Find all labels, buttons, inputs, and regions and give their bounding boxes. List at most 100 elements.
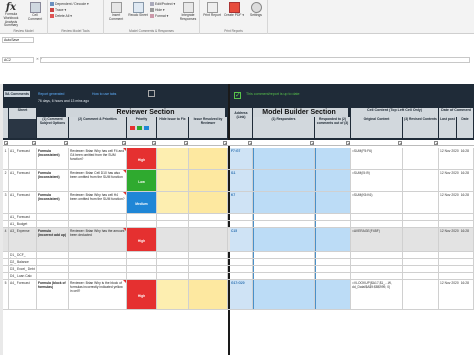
- table-row[interactable]: 3 A1_ Forecast Formula (Inconsistent) Revie…: [3, 192, 474, 214]
- responders-cell[interactable]: [253, 221, 315, 227]
- priority-cell[interactable]: [127, 214, 157, 220]
- filter-dropdown[interactable]: [32, 141, 36, 145]
- format-button[interactable]: Format ▾: [150, 14, 168, 19]
- comment-text[interactable]: [69, 266, 127, 272]
- comment-subject[interactable]: [37, 214, 69, 220]
- report-generated-link[interactable]: Report generated: [38, 92, 64, 96]
- hide-issue-cell[interactable]: [157, 192, 189, 213]
- sheet-name[interactable]: D2_ Balance Sheet: [9, 259, 37, 265]
- responded-cell[interactable]: [315, 280, 351, 309]
- table-row[interactable]: D2_ Balance Sheet: [3, 259, 474, 266]
- address-link[interactable]: K7: [230, 192, 253, 213]
- name-box[interactable]: AC2: [2, 57, 34, 63]
- hide-button[interactable]: Hide ▾: [150, 8, 165, 13]
- responders-cell[interactable]: [253, 192, 315, 213]
- filter-dropdown[interactable]: [223, 141, 227, 145]
- filter-dropdown[interactable]: [4, 141, 8, 145]
- table-row[interactable]: D3_ Excel_ Debt: [3, 266, 474, 273]
- responders-cell[interactable]: [253, 228, 315, 251]
- issue-resolved-cell[interactable]: [189, 148, 228, 169]
- address-link[interactable]: [230, 221, 253, 227]
- table-row[interactable]: 2 A1_ Forecast Formula (Inconsistent) Revie…: [3, 170, 474, 192]
- priority-cell[interactable]: [127, 221, 157, 227]
- comment-subject[interactable]: Formula (incorrect add up): [37, 228, 69, 251]
- responders-cell[interactable]: [253, 252, 315, 258]
- responders-cell[interactable]: [253, 273, 315, 279]
- comment-text[interactable]: [69, 259, 127, 265]
- cell-comment-button[interactable]: Cell Comment: [25, 2, 45, 22]
- insert-comment-button[interactable]: Insert Comment: [106, 2, 126, 22]
- table-row[interactable]: A1_ Forecast: [3, 214, 474, 221]
- table-row[interactable]: 1 A1_ Forecast Formula (Inconsistent) Revie…: [3, 148, 474, 170]
- comment-subject[interactable]: [37, 266, 69, 272]
- comment-subject[interactable]: Formula (Inconsistent): [37, 170, 69, 191]
- address-link[interactable]: I11: [230, 170, 253, 191]
- table-row[interactable]: D1_ DCF_ Inputs: [3, 252, 474, 259]
- hide-issue-cell[interactable]: [157, 228, 189, 251]
- comment-subject[interactable]: [37, 221, 69, 227]
- filter-dropdown[interactable]: [346, 141, 350, 145]
- table-row[interactable]: 4 A3_ Expense Formula (incorrect add up) Re…: [3, 228, 474, 252]
- responded-cell[interactable]: [315, 266, 351, 272]
- address-link[interactable]: C15: [230, 228, 253, 251]
- hide-issue-cell[interactable]: [157, 221, 189, 227]
- comment-text[interactable]: [69, 221, 127, 227]
- responders-cell[interactable]: [253, 280, 315, 309]
- dependent-decode-button[interactable]: Dependent / Decode ▾: [50, 2, 89, 7]
- up-to-date-checkbox[interactable]: [234, 91, 241, 99]
- sheet-name[interactable]: A1_ Budget: [9, 221, 37, 227]
- recalc-button[interactable]: Recalc Sheet: [128, 2, 148, 18]
- responded-cell[interactable]: [315, 273, 351, 279]
- priority-cell[interactable]: High: [127, 228, 157, 251]
- issue-resolved-cell[interactable]: [189, 221, 228, 227]
- hide-issue-cell[interactable]: [157, 170, 189, 191]
- autosave-box[interactable]: AutoSave: [2, 37, 34, 43]
- issue-resolved-cell[interactable]: [189, 280, 228, 309]
- issue-resolved-cell[interactable]: [189, 252, 228, 258]
- responded-cell[interactable]: [315, 170, 351, 191]
- address-link[interactable]: G17:G20: [230, 280, 253, 309]
- filter-dropdown[interactable]: [398, 141, 402, 145]
- issue-resolved-cell[interactable]: [189, 228, 228, 251]
- responded-cell[interactable]: [315, 192, 351, 213]
- sheet-name[interactable]: A3_ Expense: [9, 228, 37, 251]
- filter-dropdown[interactable]: [152, 141, 156, 145]
- hide-issue-cell[interactable]: [157, 259, 189, 265]
- sheet-name[interactable]: D4_ Loan Calc: [9, 273, 37, 279]
- issue-resolved-cell[interactable]: [189, 170, 228, 191]
- comment-text[interactable]: [69, 273, 127, 279]
- sheet-name[interactable]: D1_ DCF_ Inputs: [9, 252, 37, 258]
- sheet-name[interactable]: A1_ Forecast: [9, 148, 37, 169]
- edit-protect-button[interactable]: Edit/Protect ▾: [150, 2, 175, 7]
- delete-all-button[interactable]: Delete All ▾: [50, 14, 72, 19]
- comment-subject[interactable]: Formula (Inconsistent): [37, 148, 69, 169]
- sheet-name[interactable]: A1_ Forecast: [9, 192, 37, 213]
- table-row[interactable]: A1_ Budget: [3, 221, 474, 228]
- responded-cell[interactable]: [315, 148, 351, 169]
- responders-cell[interactable]: [253, 170, 315, 191]
- filter-dropdown[interactable]: [64, 141, 68, 145]
- priority-cell[interactable]: Low: [127, 170, 157, 191]
- address-link[interactable]: [230, 214, 253, 220]
- how-to-use-link[interactable]: How to use tabs: [92, 92, 116, 96]
- sheet-name[interactable]: A1_ Forecast: [9, 214, 37, 220]
- priority-cell[interactable]: High: [127, 148, 157, 169]
- filter-dropdown[interactable]: [434, 141, 438, 145]
- address-link[interactable]: [230, 266, 253, 272]
- filter-dropdown[interactable]: [248, 141, 252, 145]
- responded-cell[interactable]: [315, 221, 351, 227]
- priority-cell[interactable]: [127, 273, 157, 279]
- hide-issue-cell[interactable]: [157, 252, 189, 258]
- responded-cell[interactable]: [315, 252, 351, 258]
- responders-cell[interactable]: [253, 214, 315, 220]
- comment-text[interactable]: [69, 214, 127, 220]
- sheet-name[interactable]: A1_ Forecast: [9, 170, 37, 191]
- print-report-button[interactable]: Print Report: [202, 2, 222, 18]
- refresh-checkbox[interactable]: [148, 90, 155, 97]
- comment-subject[interactable]: Formula (block of formulas): [37, 280, 69, 309]
- hide-issue-cell[interactable]: [157, 273, 189, 279]
- sheet-name[interactable]: A4_ Forecast: [9, 280, 37, 309]
- issue-resolved-cell[interactable]: [189, 273, 228, 279]
- responded-cell[interactable]: [315, 214, 351, 220]
- hide-issue-cell[interactable]: [157, 148, 189, 169]
